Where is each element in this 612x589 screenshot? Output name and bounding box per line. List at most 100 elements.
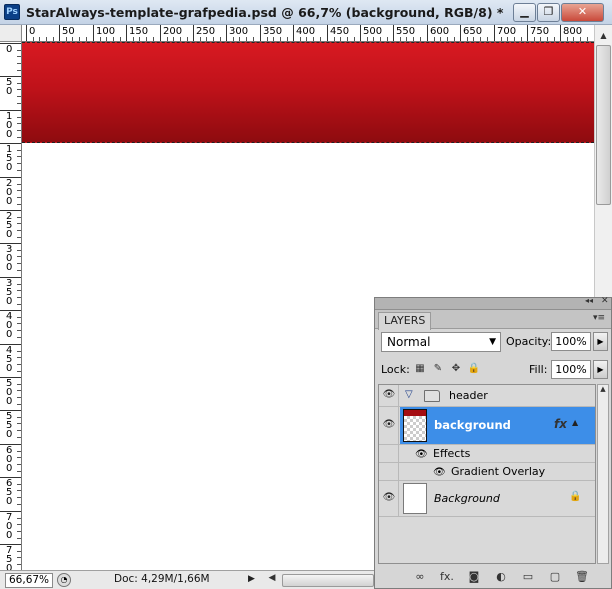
ruler-minor-tick	[146, 37, 147, 41]
lock-image-pixels-icon[interactable]: ✎	[431, 362, 445, 376]
layer-thumbnail[interactable]	[403, 409, 427, 442]
scroll-up-icon[interactable]: ▲	[595, 27, 612, 44]
ruler-minor-tick	[17, 390, 21, 391]
horizontal-scroll-thumb[interactable]	[282, 574, 374, 587]
layer-row-background-selected[interactable]: 👁 background fx ▲	[379, 407, 595, 445]
eye-icon[interactable]: 👁	[433, 467, 446, 478]
ruler-minor-tick	[17, 170, 21, 171]
ruler-minor-tick	[206, 37, 207, 41]
tab-layers[interactable]: LAYERS	[378, 312, 432, 330]
eye-icon[interactable]: 👁	[415, 449, 428, 460]
ruler-origin[interactable]	[0, 25, 22, 42]
panel-header-bar[interactable]: ◂◂ ✕	[375, 296, 611, 310]
group-expand-icon[interactable]: ▽	[405, 389, 413, 400]
panel-menu-icon[interactable]: ▾≡	[593, 313, 605, 323]
vertical-ruler[interactable]: 0 50 100 150 200 250 300 350 400 450 500 550 600 650 7…	[0, 42, 22, 570]
close-icon[interactable]: ✕	[601, 296, 609, 306]
ruler-tick	[293, 25, 294, 41]
ruler-label: 600	[430, 26, 450, 37]
ruler-label: 100	[96, 26, 116, 37]
ruler-minor-tick	[120, 37, 121, 41]
lock-transparent-pixels-icon[interactable]: ▦	[413, 362, 427, 376]
effects-expand-icon[interactable]: ▲	[572, 418, 578, 427]
layer-name: Background	[434, 492, 500, 505]
visibility-toggle[interactable]: 👁	[379, 385, 399, 406]
dropdown-arrow-icon: ▼	[489, 337, 496, 347]
adjustment-layer-icon[interactable]: ◐	[492, 570, 510, 584]
ruler-minor-tick	[334, 37, 335, 41]
ruler-tick	[494, 25, 495, 41]
minimize-button[interactable]: ▁	[513, 3, 536, 22]
new-group-icon[interactable]: ▭	[519, 570, 537, 584]
layer-row-gradient-overlay[interactable]: 👁 Gradient Overlay	[379, 463, 595, 481]
ruler-minor-tick	[17, 417, 21, 418]
ruler-minor-tick	[373, 37, 374, 41]
ruler-label: 700	[6, 512, 13, 541]
layer-effects-icon[interactable]: fx	[554, 417, 567, 431]
lock-position-icon[interactable]: ✥	[449, 362, 463, 376]
horizontal-ruler[interactable]: 0 50 100 150 200 250 300 350 400 450 500 550 600 650 7…	[22, 25, 594, 42]
zoom-icon[interactable]: ◔	[57, 573, 71, 587]
close-button[interactable]: ✕	[561, 3, 604, 22]
fill-slider-arrow-icon[interactable]: ▶	[593, 360, 608, 379]
ruler-minor-tick	[17, 457, 21, 458]
ruler-minor-tick	[233, 37, 234, 41]
layer-row-effects[interactable]: 👁 Effects	[379, 445, 595, 463]
ruler-minor-tick	[39, 37, 40, 41]
layer-thumbnail[interactable]	[403, 483, 427, 514]
ruler-minor-tick	[17, 70, 21, 71]
ruler-minor-tick	[220, 37, 221, 41]
layer-name: header	[449, 389, 488, 402]
lock-all-icon[interactable]: 🔒	[467, 362, 481, 376]
ruler-minor-tick	[567, 37, 568, 41]
ruler-minor-tick	[514, 37, 515, 41]
visibility-cell	[379, 463, 399, 480]
eye-icon: 👁	[382, 492, 396, 503]
collapse-icon[interactable]: ◂◂	[585, 296, 593, 305]
ruler-minor-tick	[17, 364, 21, 365]
link-layers-icon[interactable]: ∞	[411, 570, 429, 584]
ruler-label: 200	[6, 178, 13, 207]
ruler-minor-tick	[187, 37, 188, 41]
layer-row-header[interactable]: 👁 ▽ header	[379, 385, 595, 407]
status-menu-arrow-icon[interactable]: ▶	[248, 574, 258, 587]
layer-row-background-locked[interactable]: 👁 Background 🔒	[379, 481, 595, 517]
ruler-minor-tick	[367, 37, 368, 41]
visibility-toggle[interactable]: 👁	[379, 481, 399, 516]
ruler-minor-tick	[420, 37, 421, 41]
ruler-minor-tick	[17, 56, 21, 57]
new-layer-icon[interactable]: ▢	[546, 570, 564, 584]
blend-mode-select[interactable]: Normal ▼	[381, 332, 501, 352]
ruler-minor-tick	[17, 263, 21, 264]
document-size-info[interactable]: Doc: 4,29M/1,66M	[114, 573, 210, 585]
vertical-scroll-thumb[interactable]	[596, 45, 611, 205]
ruler-minor-tick	[454, 37, 455, 41]
delete-layer-icon[interactable]: 🗑	[573, 570, 591, 584]
scroll-up-icon[interactable]: ▲	[598, 385, 608, 397]
ruler-minor-tick	[17, 323, 21, 324]
ruler-minor-tick	[17, 230, 21, 231]
opacity-input[interactable]: 100%	[551, 332, 591, 351]
ruler-label: 50	[62, 26, 75, 37]
blend-mode-value: Normal	[387, 335, 431, 349]
ruler-minor-tick	[17, 184, 21, 185]
layer-list-scrollbar[interactable]: ▲	[597, 384, 609, 564]
ruler-label: 400	[6, 311, 13, 340]
visibility-toggle[interactable]: 👁	[379, 407, 399, 444]
ruler-minor-tick	[473, 37, 474, 41]
ruler-label: 150	[129, 26, 149, 37]
opacity-slider-arrow-icon[interactable]: ▶	[593, 332, 608, 351]
title-bar: Ps StarAlways-template-grafpedia.psd @ 6…	[0, 0, 612, 25]
zoom-level-input[interactable]: 66,67%	[5, 573, 53, 588]
fill-input[interactable]: 100%	[551, 360, 591, 379]
ruler-minor-tick	[139, 37, 140, 41]
ruler-minor-tick	[213, 37, 214, 41]
fill-label: Fill:	[529, 363, 548, 376]
maximize-button[interactable]: ❐	[537, 3, 560, 22]
ruler-minor-tick	[17, 190, 21, 191]
add-layer-style-icon[interactable]: fx.	[438, 570, 456, 584]
ruler-label: 550	[6, 411, 13, 440]
scroll-left-icon[interactable]: ◀	[265, 573, 279, 588]
ruler-minor-tick	[17, 397, 21, 398]
add-mask-icon[interactable]: ◙	[465, 570, 483, 584]
